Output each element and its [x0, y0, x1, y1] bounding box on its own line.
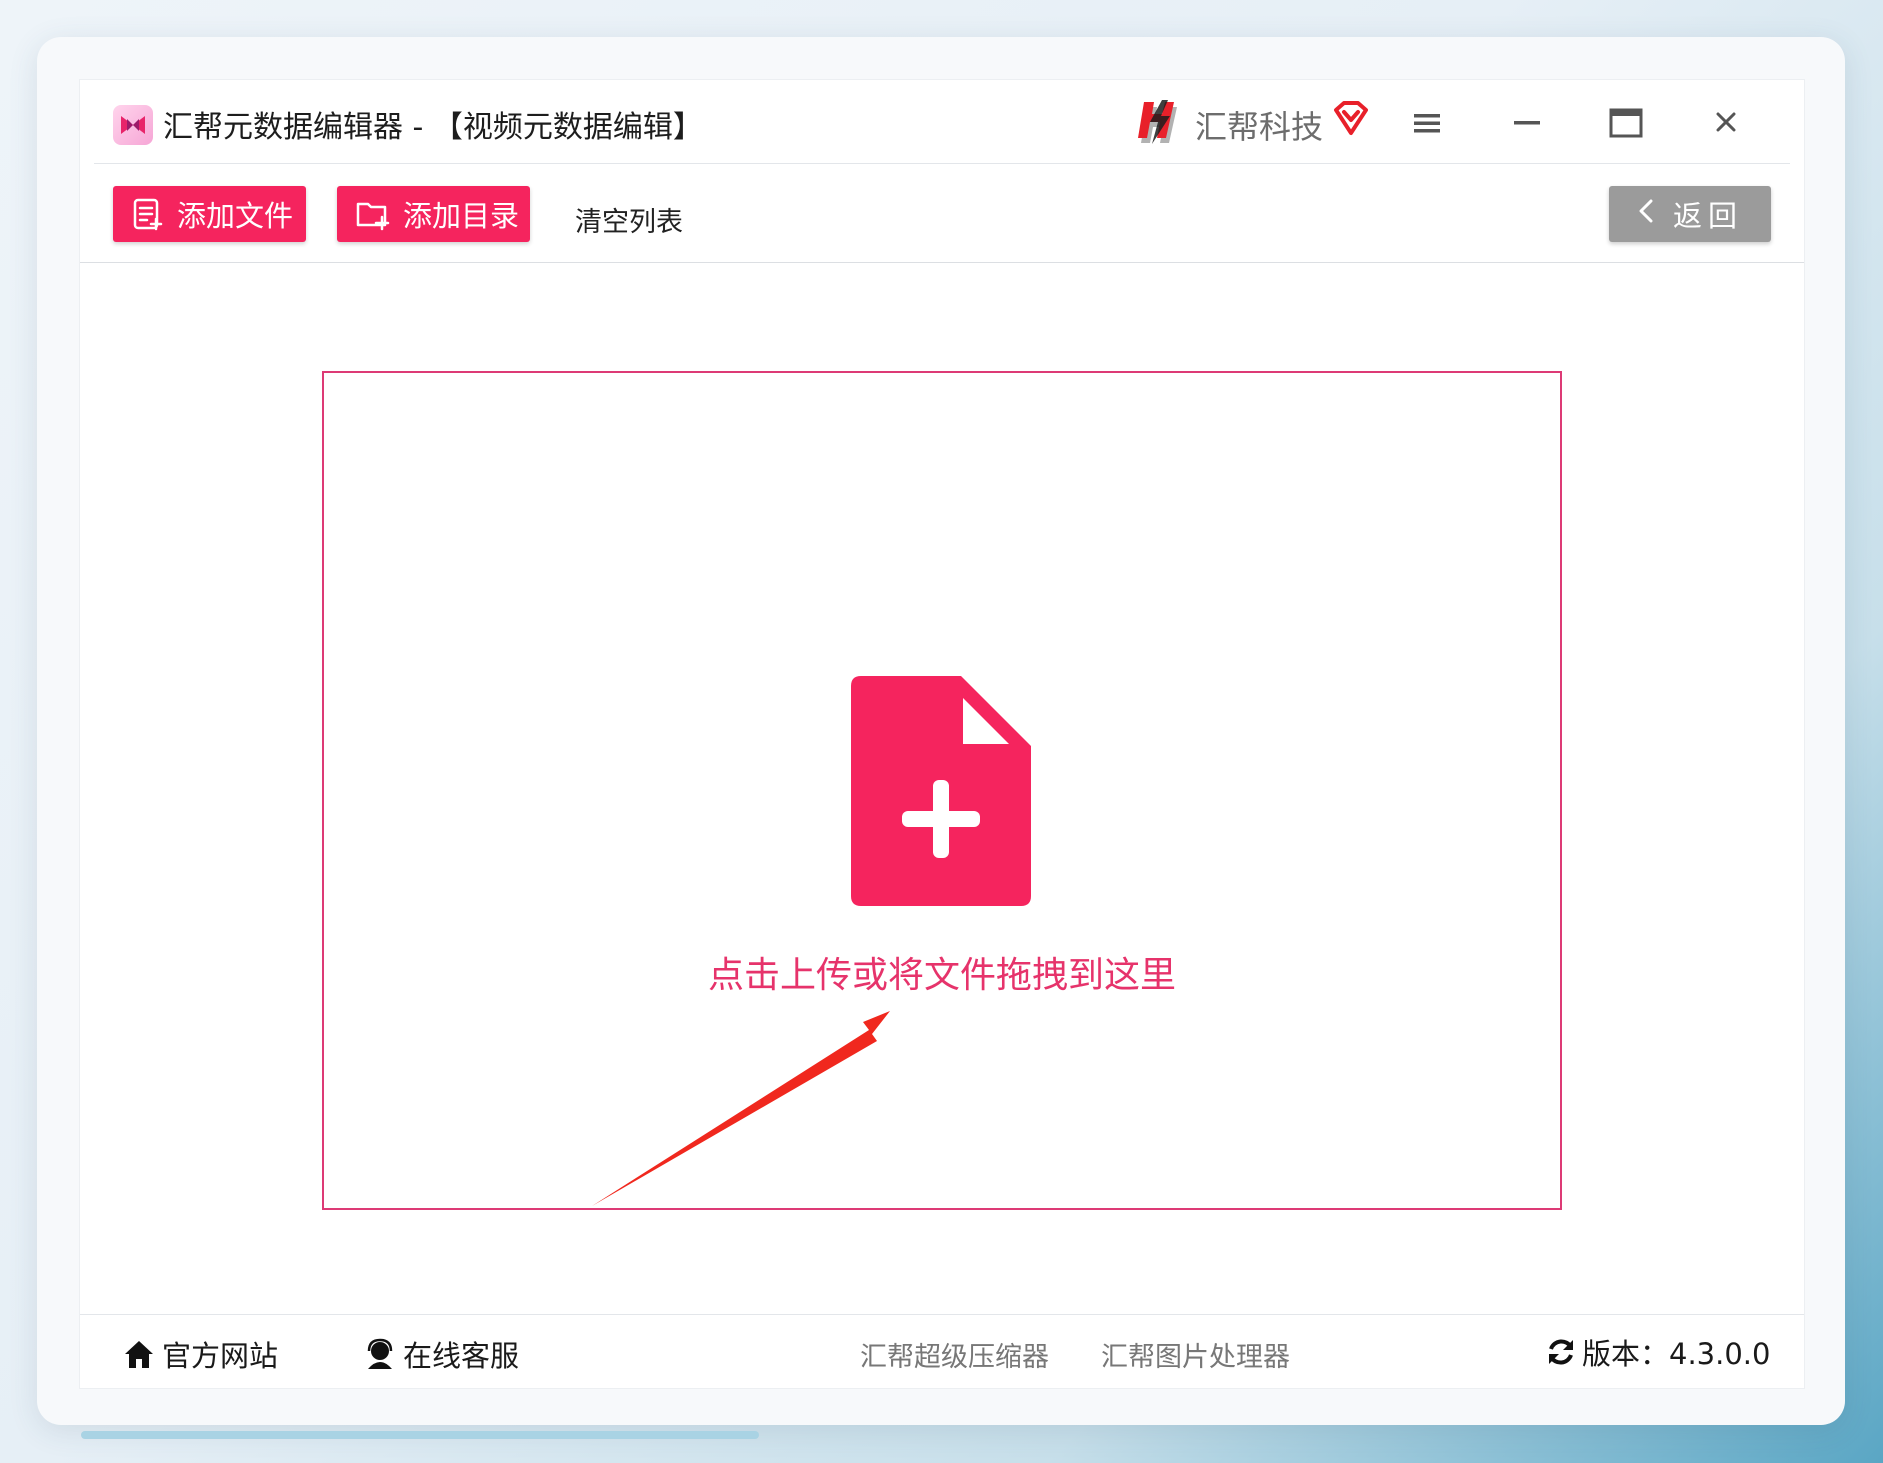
version-info[interactable]: 版本：4.3.0.0 [1544, 1331, 1770, 1373]
close-icon[interactable] [1703, 102, 1749, 144]
clear-list-button[interactable]: 清空列表 [575, 200, 683, 239]
image-processor-product-link[interactable]: 汇帮图片处理器 [1101, 1335, 1290, 1374]
add-file-button[interactable]: 添加文件 [113, 186, 306, 242]
footer-bar: 官方网站 在线客服 汇帮超级压缩器 汇帮图片处理器 版本：4.3.0.0 [80, 1315, 1804, 1388]
add-file-label: 添加文件 [177, 199, 294, 233]
folder-plus-icon [356, 202, 390, 231]
file-list-icon [133, 198, 163, 231]
online-support-link[interactable]: 在线客服 [363, 1333, 519, 1375]
menu-icon[interactable] [1404, 102, 1450, 144]
add-folder-label: 添加目录 [403, 199, 520, 233]
window-title: 汇帮元数据编辑器 - 【视频元数据编辑】 [163, 110, 703, 145]
dropzone-hint: 点击上传或将文件拖拽到这里 [707, 955, 1176, 996]
app-window: 汇帮元数据编辑器 - 【视频元数据编辑】 汇帮科技 添加文件 添加目录 清空列表… [79, 79, 1805, 1389]
app-icon [113, 105, 153, 145]
brand-name: 汇帮科技 [1195, 108, 1324, 146]
add-folder-button[interactable]: 添加目录 [337, 186, 530, 242]
taskbar-progress-strip [81, 1431, 759, 1439]
brand-logo-icon [1132, 96, 1182, 148]
vip-diamond-icon[interactable] [1332, 100, 1370, 138]
toolbar-divider [80, 262, 1804, 263]
back-label: 返回 [1672, 199, 1743, 233]
official-site-label: 官方网站 [162, 1339, 279, 1373]
official-site-link[interactable]: 官方网站 [122, 1333, 278, 1375]
back-button[interactable]: 返回 [1609, 186, 1771, 242]
refresh-icon [1549, 1339, 1573, 1365]
toolbar: 添加文件 添加目录 清空列表 返回 [80, 164, 1804, 264]
minimize-icon[interactable] [1504, 102, 1550, 144]
compressor-product-link[interactable]: 汇帮超级压缩器 [860, 1335, 1049, 1374]
home-icon [125, 1341, 153, 1368]
version-label: 版本：4.3.0.0 [1582, 1337, 1771, 1371]
file-plus-icon [851, 676, 1031, 906]
title-bar: 汇帮元数据编辑器 - 【视频元数据编辑】 汇帮科技 [80, 80, 1804, 164]
upload-dropzone[interactable]: 点击上传或将文件拖拽到这里 [322, 371, 1562, 1210]
maximize-icon[interactable] [1603, 102, 1649, 144]
chevron-left-icon [1637, 197, 1655, 232]
headset-user-icon [367, 1338, 393, 1369]
online-support-label: 在线客服 [403, 1339, 520, 1373]
